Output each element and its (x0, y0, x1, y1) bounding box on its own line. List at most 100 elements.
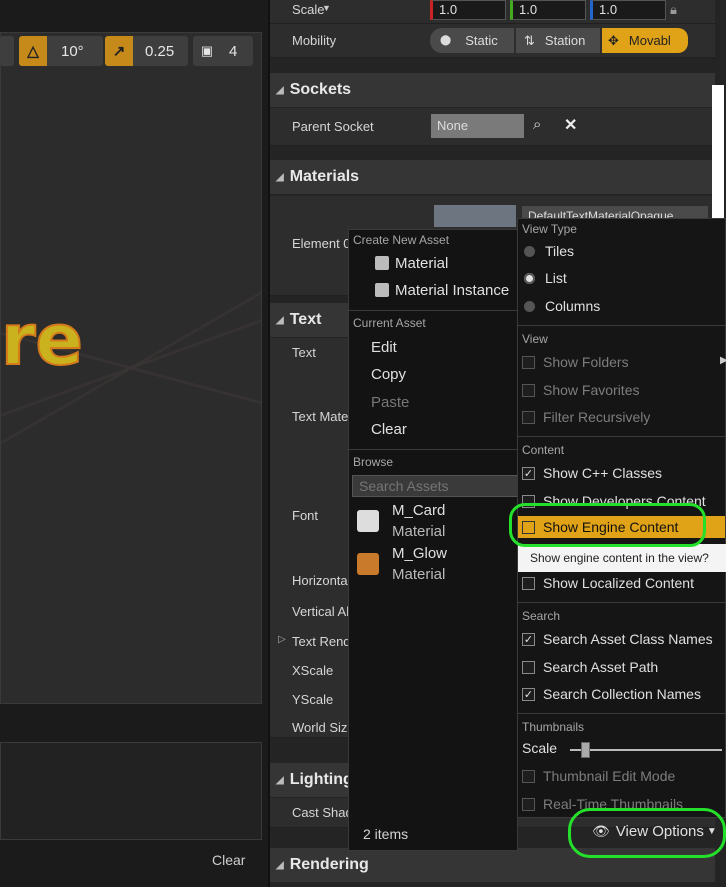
scale-y-field[interactable]: 1.0 (510, 0, 586, 20)
search-assets-input[interactable] (352, 475, 518, 497)
clear-button[interactable]: Clear (212, 852, 245, 868)
radio-selected-icon (524, 272, 535, 284)
asset-list-item[interactable]: M_Card Material (349, 502, 517, 546)
list-label: List (545, 270, 567, 286)
asset-type: Material (392, 523, 446, 540)
search-header: Search (522, 609, 561, 623)
output-log-panel (0, 742, 262, 840)
mobility-static-button[interactable]: ⬤ Static (430, 28, 514, 53)
parent-socket-label: Parent Socket (292, 119, 374, 134)
checkbox-icon (522, 660, 535, 674)
m-card-thumbnail (357, 510, 379, 532)
world-size-label: World Size (292, 720, 355, 735)
checkbox-icon (522, 797, 535, 811)
clear-item[interactable]: Clear (371, 421, 407, 438)
mobility-stationary-button[interactable]: ⇅ Station (516, 28, 600, 53)
parent-socket-field[interactable]: None (431, 114, 524, 138)
rotation-snap-value: 10° (61, 42, 84, 60)
viewport-toolbar-button-partial[interactable] (0, 36, 14, 66)
scale-label: Scale (292, 2, 325, 17)
scale-x-field[interactable]: 1.0 (430, 0, 506, 20)
search-asset-class-names-label: Search Asset Class Names (543, 631, 713, 647)
view-type-header: View Type (522, 222, 577, 236)
m-glow-thumbnail (357, 553, 379, 575)
tiles-label: Tiles (545, 243, 575, 259)
material-thumbnail[interactable] (434, 205, 516, 227)
collapse-triangle-icon: ◢ (276, 84, 284, 96)
xscale-label: XScale (292, 663, 334, 678)
radio-icon (524, 245, 535, 257)
search-icon[interactable]: ⌕ (533, 116, 541, 133)
movable-label: Movabl (628, 33, 671, 48)
stationary-icon: ⇅ (524, 32, 535, 48)
checkbox-icon (522, 355, 535, 369)
menu-separator (518, 602, 725, 603)
static-icon: ⬤ (440, 35, 452, 46)
chevron-down-icon[interactable]: ▼ (322, 3, 331, 13)
checkbox-icon (522, 410, 535, 424)
text-title: Text (289, 311, 322, 328)
mobility-movable-button[interactable]: ✥ Movabl (602, 28, 688, 53)
font-label: Font (292, 508, 319, 523)
level-viewport[interactable]: re △ 10° ↗ 0.25 ▣ 4 Clear (0, 0, 268, 887)
view-type-list[interactable]: List (522, 270, 726, 286)
checkbox-icon (522, 576, 535, 590)
scale-snap-value: 0.25 (145, 42, 175, 60)
lighting-title: Lighting (289, 771, 353, 788)
filter-recursively-label: Filter Recursively (543, 409, 651, 425)
search-collection-names-label: Search Collection Names (543, 686, 701, 702)
view-type-tiles[interactable]: Tiles (522, 243, 726, 259)
search-asset-path-option[interactable]: Search Asset Path (522, 659, 726, 675)
show-localized-content-option[interactable]: Show Localized Content (522, 575, 726, 591)
show-cpp-classes-option[interactable]: ✓ Show C++ Classes (522, 465, 726, 481)
edit-item[interactable]: Edit (371, 339, 397, 356)
search-asset-path-label: Search Asset Path (543, 659, 659, 675)
material-icon (375, 256, 389, 270)
scale-z-field[interactable]: 1.0 (590, 0, 666, 20)
create-material-instance-item[interactable]: Material Instance (375, 282, 509, 299)
view-type-columns[interactable]: Columns (522, 298, 726, 314)
sockets-category[interactable]: ◢ Sockets (270, 73, 715, 107)
lock-icon[interactable]: 🔒︎ (670, 2, 677, 18)
parent-socket-row: Parent Socket None ⌕ ✕ (270, 108, 715, 146)
search-asset-class-names-option[interactable]: ✓ Search Asset Class Names (522, 631, 726, 647)
scale-snap-icon: ↗ (105, 36, 133, 66)
submenu-arrow-icon: ▶ (720, 355, 726, 366)
slider-thumb[interactable] (581, 742, 591, 758)
text-material-label: Text Mate (292, 409, 349, 424)
menu-separator (518, 713, 725, 714)
viewport-3d-view[interactable]: re (0, 32, 262, 704)
menu-separator (349, 449, 517, 450)
columns-label: Columns (545, 298, 601, 314)
camera-speed-button[interactable]: ▣ 4 (193, 36, 253, 66)
show-favorites-label: Show Favorites (543, 382, 640, 398)
engine-content-tooltip: Show engine content in the view? (518, 544, 726, 572)
movable-icon: ✥ (608, 32, 619, 48)
scale-snap-button[interactable]: ↗ 0.25 (105, 36, 188, 66)
menu-separator (518, 325, 725, 326)
thumbnail-edit-mode-option: Thumbnail Edit Mode (522, 768, 726, 784)
mobility-label: Mobility (292, 33, 337, 48)
expand-triangle-icon[interactable]: ▷ (278, 634, 286, 645)
thumbnail-scale-label: Scale (522, 740, 558, 756)
checkmark-icon: ✓ (522, 687, 535, 701)
checkmark-icon: ✓ (522, 632, 535, 646)
asset-list-item[interactable]: M_Glow Material (349, 545, 517, 589)
collapse-triangle-icon: ◢ (276, 774, 284, 786)
filter-recursively-option: Filter Recursively (522, 409, 726, 425)
create-material-item[interactable]: Material (375, 255, 448, 272)
materials-category[interactable]: ◢ Materials (270, 160, 715, 194)
copy-item[interactable]: Copy (371, 366, 406, 383)
create-material-instance-label: Material Instance (395, 282, 510, 299)
camera-speed-value: 4 (229, 42, 238, 60)
annotation-highlight-engine-content (509, 503, 706, 547)
radio-icon (524, 300, 535, 312)
material-instance-icon (375, 283, 389, 297)
text-render-color-label: Text Rend (292, 634, 351, 649)
create-material-label: Material (395, 255, 449, 272)
rotation-snap-button[interactable]: △ 10° (19, 36, 103, 66)
search-collection-names-option[interactable]: ✓ Search Collection Names (522, 686, 726, 702)
details-scrollbar[interactable] (712, 85, 724, 233)
thumbnail-scale-slider[interactable] (570, 742, 722, 758)
clear-icon[interactable]: ✕ (564, 115, 577, 135)
